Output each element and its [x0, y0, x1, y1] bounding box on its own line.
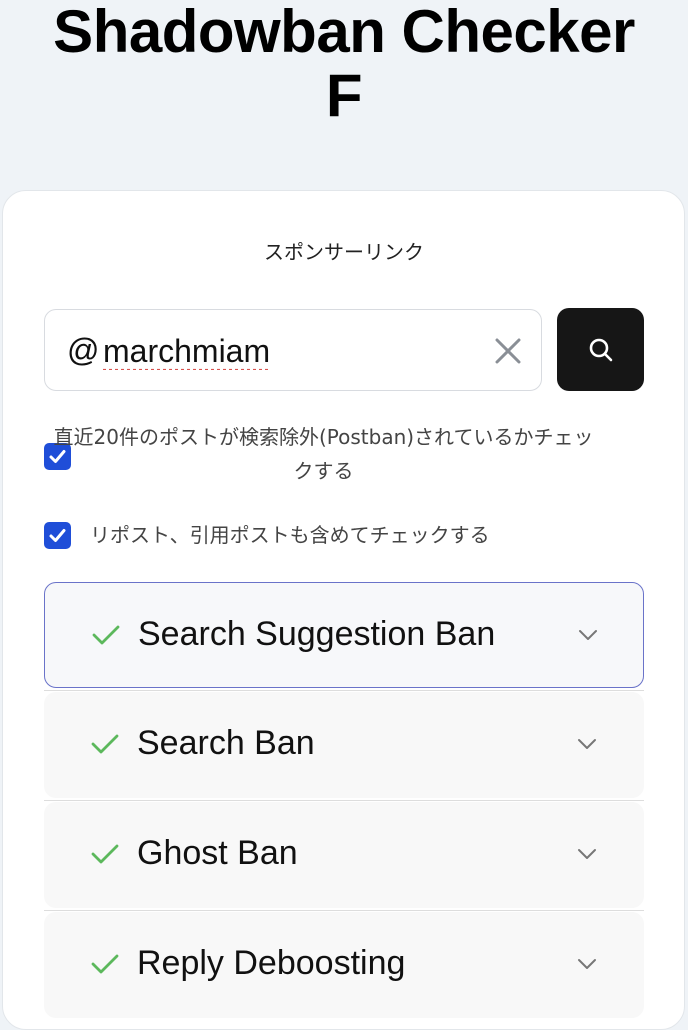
page-title-line-2: F	[325, 62, 363, 129]
accordion-label: Ghost Ban	[137, 834, 298, 872]
check-icon	[91, 844, 119, 864]
divider	[44, 800, 644, 801]
accordion-reply-deboosting[interactable]: Reply Deboosting	[44, 912, 644, 1018]
username-input[interactable]	[103, 328, 463, 374]
chevron-down-icon	[578, 739, 596, 749]
divider	[44, 690, 644, 691]
postban-option-label: 直近20件のポストが検索除外(Postban)されているかチェックする	[53, 425, 594, 483]
divider	[44, 910, 644, 911]
sponsor-label: スポンサーリンク	[264, 240, 424, 264]
at-symbol: @	[67, 332, 100, 368]
search-box: @	[44, 309, 542, 391]
chevron-down-icon	[578, 959, 596, 969]
accordion-search-ban[interactable]: Search Ban	[44, 692, 644, 798]
accordion-search-suggestion-ban[interactable]: Search Suggestion Ban	[44, 582, 644, 688]
check-icon	[91, 954, 119, 974]
chevron-down-icon	[579, 630, 597, 640]
page-title-line-1: Shadowban Checker	[53, 0, 635, 65]
accordion-label: Search Ban	[137, 724, 315, 762]
check-icon	[91, 734, 119, 754]
include-reposts-option-label: リポスト、引用ポストも含めてチェックする	[90, 523, 490, 547]
search-icon	[589, 338, 613, 362]
search-button[interactable]	[557, 308, 644, 391]
accordion-ghost-ban[interactable]: Ghost Ban	[44, 802, 644, 908]
include-reposts-checkbox[interactable]	[44, 522, 71, 549]
clear-input-button[interactable]	[491, 334, 525, 368]
check-icon	[92, 625, 120, 645]
close-icon	[495, 338, 521, 364]
page-title: Shadowban Checker F	[0, 0, 688, 128]
accordion-label: Reply Deboosting	[137, 944, 406, 982]
chevron-down-icon	[578, 849, 596, 859]
checkmark-icon	[49, 529, 66, 542]
accordion-label: Search Suggestion Ban	[138, 615, 496, 653]
